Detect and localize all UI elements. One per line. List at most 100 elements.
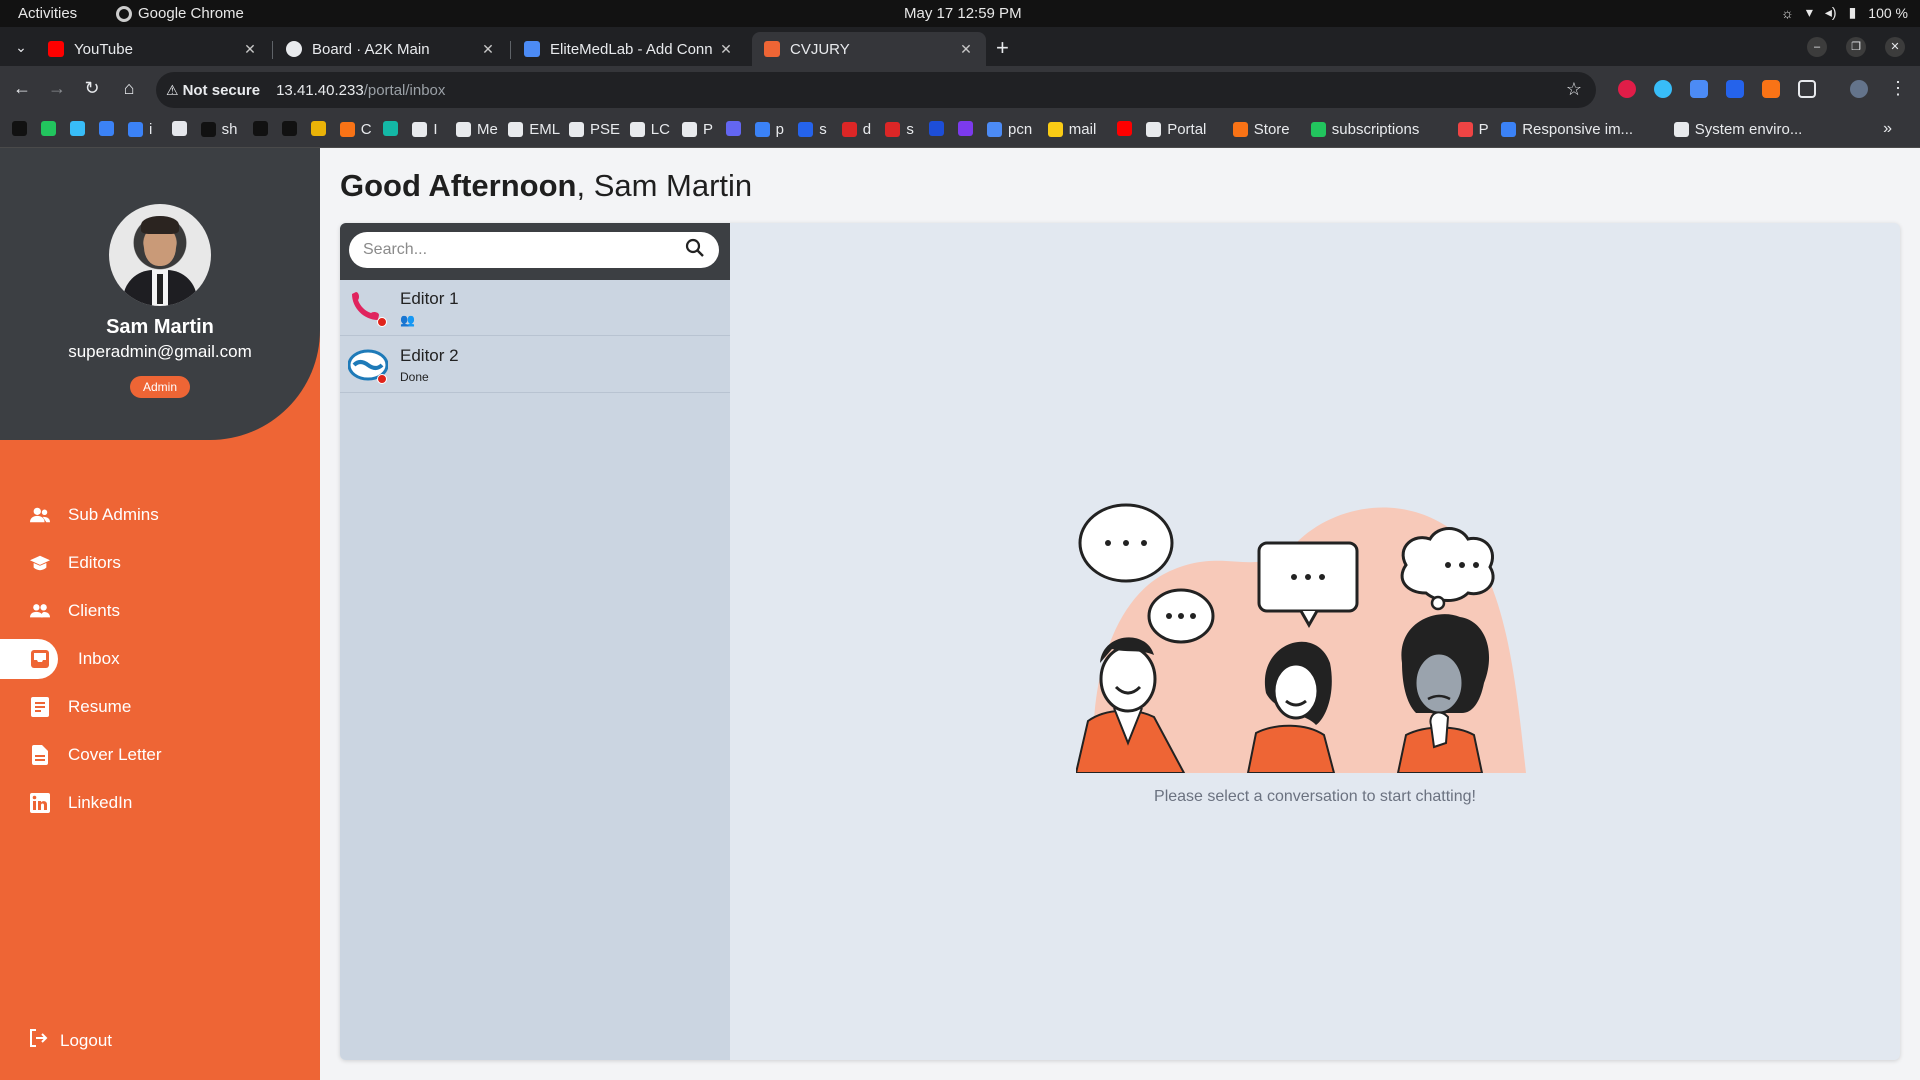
bookmark-item[interactable] (1117, 121, 1133, 136)
minimize-button[interactable]: – (1807, 37, 1827, 57)
app-menu[interactable]: Google Chrome (116, 5, 244, 22)
bookmark-label: d (862, 121, 872, 138)
avatar[interactable] (109, 204, 211, 306)
extension-icon[interactable] (1762, 80, 1780, 98)
bookmark-item[interactable]: s (885, 121, 914, 138)
bookmark-item[interactable] (310, 121, 326, 136)
bookmark-item[interactable] (12, 121, 27, 136)
chrome-menu-icon[interactable]: ⋮ (1886, 78, 1910, 99)
close-icon[interactable]: ✕ (242, 41, 258, 58)
bookmark-favicon-icon (1047, 122, 1063, 137)
extension-icon[interactable] (1618, 80, 1636, 98)
close-icon[interactable]: ✕ (480, 41, 496, 58)
search-box[interactable] (349, 232, 719, 268)
sidebar-item-linkedin[interactable]: LinkedIn (0, 783, 320, 823)
tab-strip: ⌄ YouTube ✕ Board · A2K Main ✕ EliteMedL… (0, 27, 1920, 66)
new-tab-button[interactable]: + (996, 35, 1009, 61)
conversation-name: Editor 1 (400, 288, 459, 308)
profile-avatar[interactable] (1850, 80, 1868, 98)
bookmark-star-icon[interactable]: ☆ (1566, 79, 1582, 100)
bookmark-item[interactable]: mail (1047, 121, 1096, 138)
empty-state-message: Please select a conversation to start ch… (1154, 788, 1476, 805)
sidebar-item-editors[interactable]: Editors (0, 543, 320, 583)
system-status[interactable]: ☼ ▾ ◂) ▮ 100 % (1781, 4, 1908, 21)
bookmark-favicon-icon (310, 121, 326, 136)
bookmark-item[interactable] (70, 121, 85, 136)
bookmark-item[interactable]: System enviro... (1673, 121, 1802, 138)
bookmark-item[interactable]: Store (1232, 121, 1290, 138)
address-bar[interactable]: ⚠ Not secure 13.41.40.233/portal/inbox ☆ (156, 72, 1596, 108)
bookmark-favicon-icon (171, 121, 187, 136)
conversation-item[interactable]: Editor 2 Done (340, 337, 730, 393)
bookmark-item[interactable]: i (128, 121, 152, 138)
forward-icon[interactable]: → (45, 78, 69, 99)
bookmark-favicon-icon (99, 121, 114, 136)
bookmark-item[interactable]: Portal (1146, 121, 1206, 138)
home-icon[interactable]: ⌂ (117, 78, 141, 99)
bookmark-item[interactable] (383, 121, 399, 136)
tab-board[interactable]: Board · A2K Main ✕ (274, 32, 508, 66)
bookmark-favicon-icon (958, 121, 973, 136)
translate-icon[interactable] (1690, 80, 1708, 98)
more-bookmarks-icon[interactable]: » (1883, 120, 1892, 138)
sidebar-item-clients[interactable]: Clients (0, 591, 320, 631)
bookmarks-bar: » i sh C I Me EML PSE LC Pp s d s pcn mail Portal Store… (0, 113, 1920, 148)
url-host: 13.41.40.233 (276, 81, 364, 99)
bookmark-item[interactable]: d (841, 121, 872, 138)
sidebar-item-sub-admins[interactable]: Sub Admins (0, 495, 320, 535)
close-icon[interactable]: ✕ (958, 41, 974, 58)
bookmark-item[interactable] (171, 121, 187, 136)
clock[interactable]: May 17 12:59 PM (904, 5, 1022, 22)
bookmark-item[interactable] (281, 121, 297, 136)
sidebar-item-resume[interactable]: Resume (0, 687, 320, 727)
bookmark-item[interactable] (41, 121, 56, 136)
bookmark-favicon-icon (200, 122, 216, 137)
tab-search-icon[interactable]: ⌄ (10, 36, 32, 58)
back-icon[interactable]: ← (10, 78, 34, 99)
bookmark-item[interactable] (99, 121, 114, 136)
bookmark-item[interactable]: LC (629, 121, 670, 138)
logout-button[interactable]: Logout (28, 1028, 112, 1053)
search-icon[interactable] (685, 238, 705, 263)
sidebar-item-cover-letter[interactable]: Cover Letter (0, 735, 320, 775)
bookmark-item[interactable]: pcn (987, 121, 1032, 138)
conversation-name: Editor 2 (400, 345, 459, 365)
user-name: Sam Martin (106, 316, 214, 338)
warning-icon[interactable]: ⚠ (166, 82, 179, 99)
security-label[interactable]: Not secure (183, 82, 261, 99)
bookmark-item[interactable]: P (1457, 121, 1489, 138)
conversation-item[interactable]: Editor 1 👥 (340, 280, 730, 336)
bookmark-item[interactable]: sh (200, 121, 237, 138)
empty-conversation-state: Please select a conversation to start ch… (730, 223, 1900, 1060)
bookmark-item[interactable]: Responsive im... (1501, 121, 1633, 138)
activities-button[interactable]: Activities (18, 5, 77, 22)
close-icon[interactable]: ✕ (718, 41, 734, 58)
status-dot (377, 373, 387, 384)
restore-button[interactable]: ❐ (1846, 37, 1866, 57)
tab-cvjury[interactable]: CVJURY ✕ (752, 32, 986, 66)
bookmark-item[interactable] (929, 121, 944, 136)
bookmark-item[interactable]: Me (456, 121, 498, 138)
bookmark-favicon-icon (1117, 121, 1133, 136)
bookmark-favicon-icon (725, 121, 741, 136)
bookmark-item[interactable]: I (412, 121, 438, 138)
reload-icon[interactable]: ↻ (80, 78, 104, 99)
bookmark-item[interactable] (958, 121, 973, 136)
bookmark-item[interactable]: subscriptions (1310, 121, 1419, 138)
bookmark-item[interactable]: P (682, 121, 713, 138)
tab-elitemedlab[interactable]: EliteMedLab - Add Conn ✕ (512, 32, 746, 66)
search-input[interactable] (363, 241, 685, 259)
react-devtools-icon[interactable] (1654, 80, 1672, 98)
bookmark-item[interactable]: p (754, 121, 784, 138)
extensions-puzzle-icon[interactable] (1798, 80, 1816, 98)
bookmark-item[interactable]: s (798, 121, 827, 138)
sidebar-item-inbox[interactable]: Inbox (0, 639, 120, 679)
bookmark-item[interactable]: EML (508, 121, 560, 138)
close-window-button[interactable]: ✕ (1885, 37, 1905, 57)
extension-icon[interactable] (1726, 80, 1744, 98)
bookmark-item[interactable]: PSE (569, 121, 620, 138)
bookmark-item[interactable] (252, 121, 268, 136)
bookmark-item[interactable]: C (339, 121, 372, 138)
bookmark-item[interactable] (725, 121, 741, 136)
tab-youtube[interactable]: YouTube ✕ (36, 32, 270, 66)
